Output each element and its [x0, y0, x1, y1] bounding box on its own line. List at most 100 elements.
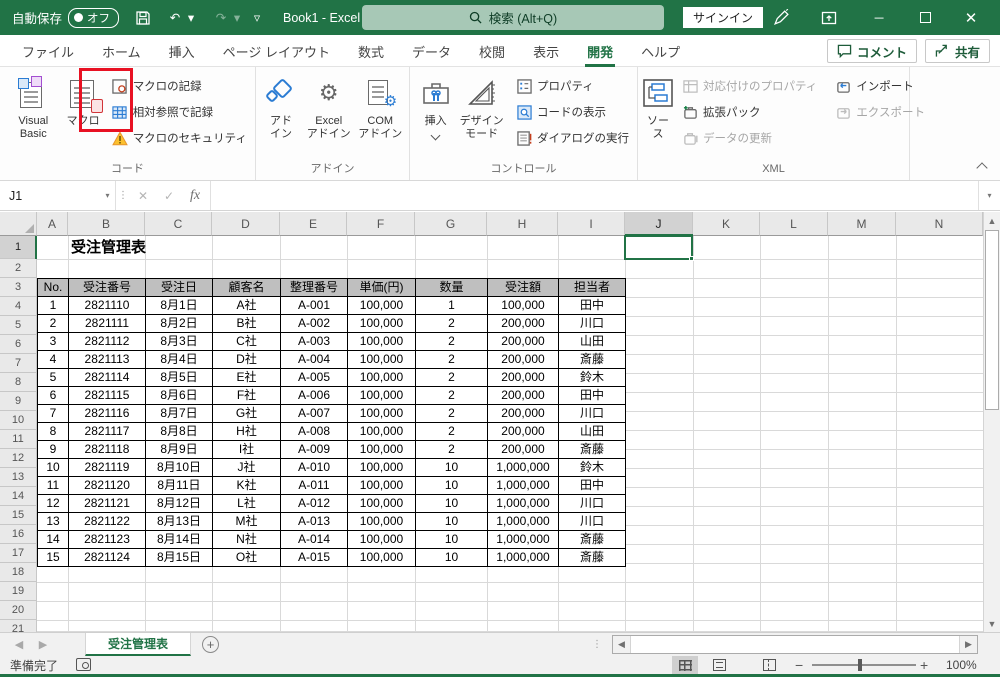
- table-cell[interactable]: 受注日: [146, 279, 213, 297]
- spreadsheet-grid[interactable]: ▲ ▼ ABCDEFGHIJKLMN1234567891011121314151…: [0, 212, 1000, 632]
- table-cell[interactable]: 13: [38, 513, 69, 531]
- table-cell[interactable]: 7: [38, 405, 69, 423]
- zoom-slider-thumb[interactable]: [858, 659, 862, 671]
- insert-control-button[interactable]: 挿入: [414, 71, 457, 159]
- table-cell[interactable]: G社: [213, 405, 281, 423]
- table-cell[interactable]: 200,000: [488, 405, 559, 423]
- view-normal-button[interactable]: [672, 656, 698, 674]
- column-header-J[interactable]: J: [625, 212, 693, 236]
- table-cell[interactable]: E社: [213, 369, 281, 387]
- ribbon-display-options-icon[interactable]: [816, 0, 842, 35]
- design-mode-button[interactable]: デザインモード: [457, 71, 506, 159]
- table-cell[interactable]: 8月3日: [146, 333, 213, 351]
- row-header-3[interactable]: 3: [0, 278, 37, 297]
- row-header-8[interactable]: 8: [0, 373, 37, 392]
- table-cell[interactable]: 8月11日: [146, 477, 213, 495]
- ribbon-tab-0[interactable]: ファイル: [8, 35, 88, 67]
- table-cell[interactable]: 200,000: [488, 387, 559, 405]
- row-header-21[interactable]: 21: [0, 620, 37, 632]
- table-cell[interactable]: 川口: [559, 405, 626, 423]
- table-cell[interactable]: 1,000,000: [488, 549, 559, 567]
- table-cell[interactable]: 8月15日: [146, 549, 213, 567]
- table-cell[interactable]: O社: [213, 549, 281, 567]
- table-cell[interactable]: 8月4日: [146, 351, 213, 369]
- table-cell[interactable]: A-002: [281, 315, 348, 333]
- table-cell[interactable]: 顧客名: [213, 279, 281, 297]
- row-header-7[interactable]: 7: [0, 354, 37, 373]
- column-header-I[interactable]: I: [558, 212, 625, 236]
- table-cell[interactable]: 200,000: [488, 315, 559, 333]
- table-cell[interactable]: 2821118: [69, 441, 146, 459]
- horizontal-scrollbar[interactable]: ◀ ▶: [612, 635, 978, 654]
- table-cell[interactable]: D社: [213, 351, 281, 369]
- table-cell[interactable]: 2821122: [69, 513, 146, 531]
- table-cell[interactable]: 8月9日: [146, 441, 213, 459]
- new-sheet-button[interactable]: +: [202, 636, 219, 653]
- sheet-nav-prev-icon[interactable]: ◀: [8, 633, 30, 656]
- table-cell[interactable]: 10: [416, 477, 488, 495]
- table-cell[interactable]: 200,000: [488, 351, 559, 369]
- table-cell[interactable]: 8月12日: [146, 495, 213, 513]
- save-icon[interactable]: [130, 0, 156, 35]
- table-cell[interactable]: 2: [416, 387, 488, 405]
- ribbon-tab-1[interactable]: ホーム: [88, 35, 155, 67]
- row-header-12[interactable]: 12: [0, 449, 37, 468]
- table-cell[interactable]: A-001: [281, 297, 348, 315]
- table-cell[interactable]: 2821120: [69, 477, 146, 495]
- row-header-10[interactable]: 10: [0, 411, 37, 430]
- ribbon-tab-2[interactable]: 挿入: [155, 35, 209, 67]
- table-cell[interactable]: 100,000: [348, 405, 416, 423]
- column-header-D[interactable]: D: [212, 212, 280, 236]
- table-cell[interactable]: 田中: [559, 297, 626, 315]
- use-relative-references-button[interactable]: 相対参照で記録: [108, 100, 251, 124]
- table-cell[interactable]: J社: [213, 459, 281, 477]
- table-cell[interactable]: 10: [416, 531, 488, 549]
- table-cell[interactable]: A-003: [281, 333, 348, 351]
- column-header-C[interactable]: C: [145, 212, 212, 236]
- com-addins-button[interactable]: ⚙ COMアドイン: [355, 71, 405, 159]
- table-cell[interactable]: 100,000: [348, 333, 416, 351]
- table-cell[interactable]: 山田: [559, 333, 626, 351]
- close-button[interactable]: ✕: [948, 0, 994, 35]
- table-cell[interactable]: 100,000: [348, 297, 416, 315]
- table-cell[interactable]: A-006: [281, 387, 348, 405]
- table-cell[interactable]: 9: [38, 441, 69, 459]
- row-header-13[interactable]: 13: [0, 468, 37, 487]
- table-cell[interactable]: 2: [416, 423, 488, 441]
- scroll-right-icon[interactable]: ▶: [959, 636, 977, 653]
- table-cell[interactable]: A-013: [281, 513, 348, 531]
- table-cell[interactable]: C社: [213, 333, 281, 351]
- table-cell[interactable]: K社: [213, 477, 281, 495]
- vertical-scroll-thumb[interactable]: [985, 230, 999, 410]
- row-header-19[interactable]: 19: [0, 582, 37, 601]
- column-header-H[interactable]: H: [487, 212, 558, 236]
- table-cell[interactable]: 2821121: [69, 495, 146, 513]
- table-cell[interactable]: 100,000: [348, 459, 416, 477]
- table-cell[interactable]: 2: [416, 351, 488, 369]
- table-cell[interactable]: 3: [38, 333, 69, 351]
- sheet-nav-next-icon[interactable]: ▶: [32, 633, 54, 656]
- ribbon-tab-9[interactable]: ヘルプ: [627, 35, 694, 67]
- row-header-5[interactable]: 5: [0, 316, 37, 335]
- table-cell[interactable]: 斎藤: [559, 549, 626, 567]
- row-header-15[interactable]: 15: [0, 506, 37, 525]
- row-header-9[interactable]: 9: [0, 392, 37, 411]
- table-cell[interactable]: 15: [38, 549, 69, 567]
- table-cell[interactable]: 100,000: [348, 531, 416, 549]
- table-cell[interactable]: 10: [416, 459, 488, 477]
- table-cell[interactable]: 8月8日: [146, 423, 213, 441]
- expand-formula-bar-icon[interactable]: ▾: [978, 181, 1000, 210]
- search-input[interactable]: 検索 (Alt+Q): [362, 5, 664, 30]
- undo-dropdown-icon[interactable]: ▾: [186, 0, 196, 35]
- row-header-6[interactable]: 6: [0, 335, 37, 354]
- table-cell[interactable]: 斎藤: [559, 351, 626, 369]
- run-dialog-button[interactable]: ダイアログの実行: [512, 126, 633, 150]
- xml-source-button[interactable]: ソース: [642, 71, 674, 159]
- share-button[interactable]: 共有: [925, 39, 990, 63]
- table-cell[interactable]: 100,000: [348, 387, 416, 405]
- table-cell[interactable]: 100,000: [348, 513, 416, 531]
- table-cell[interactable]: 8月10日: [146, 459, 213, 477]
- visual-basic-button[interactable]: Visual Basic: [4, 71, 63, 159]
- table-cell[interactable]: 8月6日: [146, 387, 213, 405]
- table-cell[interactable]: 川口: [559, 315, 626, 333]
